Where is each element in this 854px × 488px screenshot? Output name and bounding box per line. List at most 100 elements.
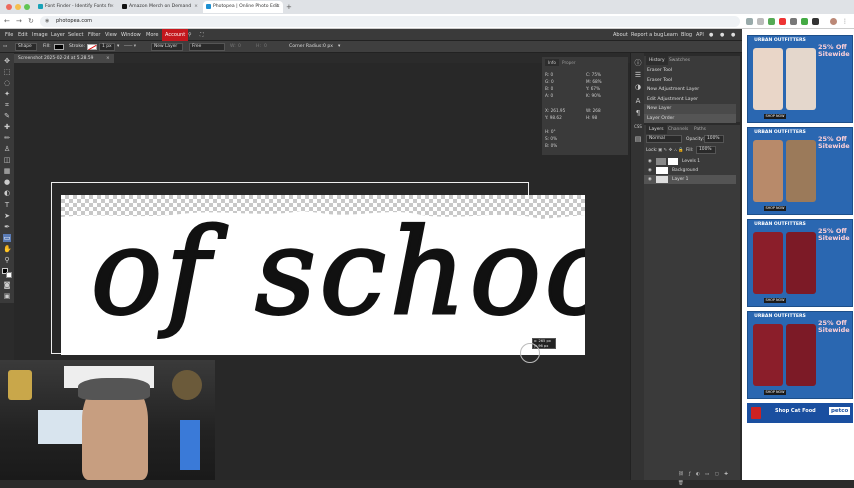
link-learn[interactable]: Learn xyxy=(664,29,678,41)
link-about[interactable]: About xyxy=(613,29,628,41)
document-canvas[interactable]: of school xyxy=(61,195,585,355)
visibility-eye-icon[interactable]: ◉ xyxy=(648,175,652,184)
menu-image[interactable]: Image xyxy=(32,29,48,41)
visibility-eye-icon[interactable]: ◉ xyxy=(648,166,652,175)
extensions-puzzle-icon[interactable] xyxy=(812,18,819,25)
h-value[interactable]: 0 xyxy=(264,41,267,53)
history-item[interactable]: New Adjustment Layer xyxy=(644,85,736,95)
close-tab-icon[interactable]: × xyxy=(276,1,280,13)
screen-mode-icon[interactable]: ▣ xyxy=(3,292,11,300)
visibility-eye-icon[interactable]: ◉ xyxy=(648,157,652,166)
corner-radius-value[interactable]: 0 px xyxy=(323,41,333,53)
close-tab-icon[interactable]: × xyxy=(194,1,198,13)
menu-select[interactable]: Select xyxy=(68,29,83,41)
zoom-tool-icon[interactable]: ⚲ xyxy=(3,256,11,264)
bookmark-star-icon[interactable] xyxy=(757,18,764,25)
back-arrow-icon[interactable]: ← xyxy=(4,16,10,26)
dropdown-chevron-icon[interactable]: ▾ xyxy=(338,41,340,53)
gradient-tool-icon[interactable]: ▦ xyxy=(3,167,11,175)
dodge-tool-icon[interactable]: ◐ xyxy=(3,189,11,197)
link-blog[interactable]: Blog xyxy=(681,29,692,41)
pen-tool-icon[interactable]: ✒ xyxy=(3,223,11,231)
minimize-window-button[interactable] xyxy=(15,4,21,10)
cast-icon[interactable] xyxy=(746,18,753,25)
character-icon[interactable]: A xyxy=(634,97,642,105)
close-window-button[interactable] xyxy=(6,4,12,10)
maximize-window-button[interactable] xyxy=(24,4,30,10)
path-select-icon[interactable]: ➤ xyxy=(3,212,11,220)
extension-icon[interactable] xyxy=(801,18,808,25)
magic-wand-icon[interactable]: ✦ xyxy=(3,90,11,98)
link-api[interactable]: API xyxy=(696,29,704,41)
tab-info[interactable]: Info xyxy=(545,59,559,66)
shape-tool-icon[interactable]: ▭ xyxy=(3,234,11,242)
reload-icon[interactable]: ↻ xyxy=(28,16,34,26)
layer-actions-icons[interactable]: ⛓ ƒ ◐ ▭ ▢ ✚ 🗑 xyxy=(678,470,740,486)
history-item[interactable]: Edit Adjustment Layer xyxy=(644,95,736,105)
w-value[interactable]: 0 xyxy=(238,41,241,53)
layer-row-background[interactable]: ◉ Background xyxy=(644,166,736,175)
marquee-tool-icon[interactable]: ⬚ xyxy=(3,68,11,76)
eraser-tool-icon[interactable]: ◫ xyxy=(3,156,11,164)
close-document-icon[interactable]: × xyxy=(106,54,110,63)
ad-shop-now-button[interactable]: SHOP NOW xyxy=(764,390,786,395)
lasso-tool-icon[interactable]: ◌ xyxy=(3,79,11,87)
tab-layers[interactable]: Layers xyxy=(646,125,667,134)
ad-shop-now-button[interactable]: SHOP NOW xyxy=(764,114,786,119)
browser-tab-photopea[interactable]: Photopea | Online Photo Edit × xyxy=(203,1,283,13)
browser-tab-font-finder[interactable]: Font Finder - Identify Fonts fr × xyxy=(35,1,117,13)
new-tab-button[interactable]: + xyxy=(286,1,292,13)
new-layer-select[interactable]: New Layer xyxy=(151,43,183,51)
menu-edit[interactable]: Edit xyxy=(18,29,28,41)
search-icon[interactable]: ⚲ xyxy=(188,29,192,41)
facebook-icon[interactable]: ● xyxy=(731,29,735,41)
type-tool-icon[interactable]: T xyxy=(3,201,11,209)
menu-more[interactable]: More xyxy=(146,29,158,41)
account-button[interactable]: Account xyxy=(162,29,189,41)
ad-shop-now-button[interactable]: SHOP NOW xyxy=(764,206,786,211)
fullscreen-icon[interactable]: ⛶ xyxy=(200,29,204,41)
url-input[interactable]: ◉ photopea.com xyxy=(40,16,740,27)
brush-tool-icon[interactable]: ✏ xyxy=(3,134,11,142)
extension-icon[interactable] xyxy=(768,18,775,25)
blur-tool-icon[interactable]: ● xyxy=(3,178,11,186)
tab-properties[interactable]: Proper xyxy=(562,60,576,65)
fill-color-swatch[interactable] xyxy=(54,44,64,50)
menu-window[interactable]: Window xyxy=(121,29,141,41)
site-info-icon[interactable]: ◉ xyxy=(45,16,49,27)
forward-arrow-icon[interactable]: → xyxy=(16,16,22,26)
healing-brush-icon[interactable]: ✚ xyxy=(3,123,11,131)
ad-banner[interactable]: URBAN OUTFITTERS 25% Off Sitewide SHOP N… xyxy=(747,219,853,307)
profile-avatar[interactable] xyxy=(830,18,837,25)
menu-filter[interactable]: Filter xyxy=(88,29,100,41)
extension-icon[interactable] xyxy=(790,18,797,25)
tab-swatches[interactable]: Swatches xyxy=(669,56,690,65)
crop-tool-icon[interactable]: ⌗ xyxy=(3,101,11,109)
reddit-icon[interactable]: ● xyxy=(709,29,713,41)
adjustments-icon[interactable]: ◑ xyxy=(634,83,642,91)
brush-settings-icon[interactable]: ▤ xyxy=(634,135,642,143)
hand-tool-icon[interactable]: ✋ xyxy=(3,245,12,253)
css-icon[interactable]: CSS xyxy=(634,123,642,131)
ad-banner[interactable]: URBAN OUTFITTERS 25% Off Sitewide SHOP N… xyxy=(747,127,853,215)
menu-layer[interactable]: Layer xyxy=(51,29,65,41)
paragraph-icon[interactable]: ¶ xyxy=(634,109,642,117)
menu-view[interactable]: View xyxy=(105,29,117,41)
rectangle-tool-icon[interactable]: ▭ xyxy=(3,41,7,53)
stroke-size-input[interactable]: 1 px xyxy=(99,43,115,51)
link-report-bug[interactable]: Report a bug xyxy=(631,29,663,41)
document-tab[interactable]: Screenshot 2025-02-24 at 5.28.59 × xyxy=(14,54,114,63)
blend-mode-select[interactable]: Normal xyxy=(646,135,682,143)
browser-tab-amazon-merch[interactable]: Amazon Merch on Demand × xyxy=(119,1,201,13)
tab-channels[interactable]: Channels xyxy=(668,125,688,134)
shape-mode-select[interactable]: Shape xyxy=(15,43,37,51)
browser-menu-icon[interactable]: ⋮ xyxy=(842,18,849,25)
history-item[interactable]: New Layer xyxy=(644,104,736,114)
info-icon[interactable]: ⓘ xyxy=(634,59,642,67)
ad-banner[interactable]: URBAN OUTFITTERS 25% Off Sitewide SHOP N… xyxy=(747,35,853,123)
history-item[interactable]: Layer Order xyxy=(644,113,736,123)
opacity-input[interactable]: 100% xyxy=(704,135,724,143)
stroke-style-icon[interactable]: ─── ▾ xyxy=(124,41,136,53)
ad-shop-now-button[interactable]: SHOP NOW xyxy=(764,298,786,303)
twitter-icon[interactable]: ● xyxy=(720,29,724,41)
